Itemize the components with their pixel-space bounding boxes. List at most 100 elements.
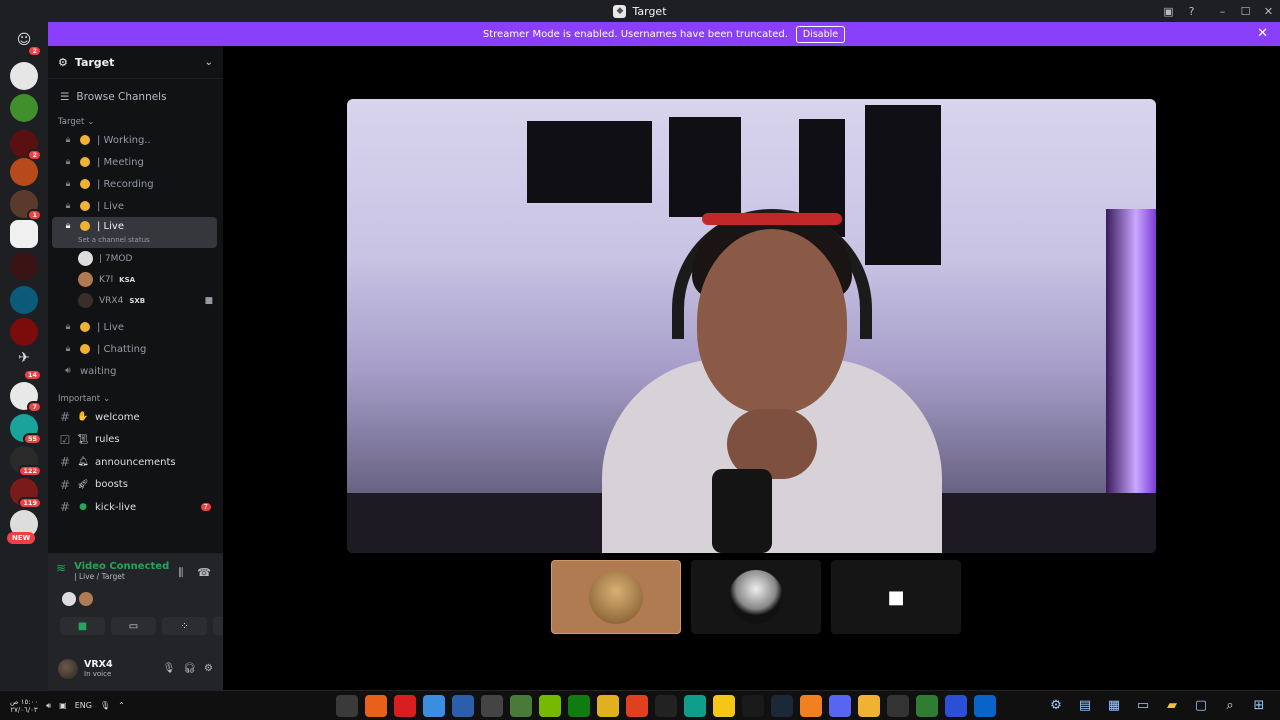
channel-label: | Recording xyxy=(97,178,154,190)
taskbar-app-icon[interactable] xyxy=(452,695,474,717)
channel-status[interactable]: Set a channel status xyxy=(78,236,150,244)
maximize-button[interactable]: ☐ xyxy=(1234,5,1257,18)
avatar[interactable] xyxy=(58,658,78,679)
voice-channel-waiting[interactable]: 🔊︎ waiting xyxy=(52,360,217,382)
taskbar-app-icon[interactable] xyxy=(626,695,648,717)
server-icon-3[interactable]: 2 xyxy=(10,130,42,161)
clock[interactable]: ١٥:٠٠ ص ٢٧/٠٦/٠٣ xyxy=(10,698,38,714)
server-icon-5[interactable]: 1 xyxy=(10,190,42,221)
gear-icon[interactable]: ⚙ xyxy=(1045,695,1067,717)
taskbar-app-icon[interactable] xyxy=(771,695,793,717)
activities-button[interactable]: ⁘ xyxy=(162,617,207,635)
taskbar-app-icon[interactable] xyxy=(945,695,967,717)
taskbar-app-icon[interactable] xyxy=(597,695,619,717)
home-icon[interactable]: ☺ 2 xyxy=(10,26,42,57)
server-icon-1[interactable] xyxy=(10,62,38,90)
taskbar-app-icon[interactable] xyxy=(858,695,880,717)
participant-tile[interactable]: ■ xyxy=(831,560,961,634)
photos-icon[interactable]: ▦ xyxy=(1103,695,1125,717)
channel-label: | Meeting xyxy=(97,156,144,168)
taskbar-app-icon[interactable] xyxy=(800,695,822,717)
disconnect-icon[interactable]: ☎ xyxy=(197,566,211,580)
taskbar-app-icon[interactable] xyxy=(423,695,445,717)
server-icon-11[interactable]: 55 xyxy=(10,414,42,445)
taskbar-app-icon[interactable] xyxy=(974,695,996,717)
server-icon-7[interactable] xyxy=(10,286,38,314)
chevron-down-icon: ⌄ xyxy=(103,394,111,404)
voice-user[interactable]: VRX4 SXB ■ xyxy=(48,290,223,311)
microphone-icon[interactable]: 🎙︎ xyxy=(163,663,176,674)
search-icon[interactable]: ⌕ xyxy=(1219,695,1241,717)
server-header[interactable]: ⚙ Target ⌄ xyxy=(48,46,223,79)
text-channel-kick-live[interactable]: # ● kick-live 7 xyxy=(48,496,223,519)
help-icon[interactable]: ? xyxy=(1180,5,1203,18)
store-icon[interactable]: ▤ xyxy=(1074,695,1096,717)
voice-channel-meeting[interactable]: 🔒︎ | Meeting xyxy=(52,151,217,173)
voice-channel-recording[interactable]: 🔒︎ | Recording xyxy=(52,173,217,195)
participant-tile[interactable] xyxy=(551,560,681,634)
voice-user[interactable]: | 7MOD xyxy=(48,248,223,269)
taskbar-app-icon[interactable] xyxy=(887,695,909,717)
taskbar-app-icon[interactable] xyxy=(336,695,358,717)
voice-channel-working[interactable]: 🔒︎ | Working.. xyxy=(52,129,217,151)
desktop-icon[interactable]: ▭ xyxy=(1132,695,1154,717)
video-feed[interactable] xyxy=(347,99,1156,553)
taskbar-app-icon[interactable] xyxy=(394,695,416,717)
folder-icon[interactable]: ▰ xyxy=(1161,695,1183,717)
server-icon-12[interactable]: 122 xyxy=(10,446,42,477)
taskbar-app-icon[interactable] xyxy=(539,695,561,717)
taskbar-app-icon[interactable] xyxy=(916,695,938,717)
unread-badge: 7 xyxy=(200,503,211,512)
taskbar-app-icon[interactable] xyxy=(365,695,387,717)
task-view-icon[interactable]: ▢ xyxy=(1190,695,1212,717)
voice-channel-live-active[interactable]: 🔒︎ | Live Set a channel status xyxy=(52,217,217,248)
taskbar-app-icon[interactable] xyxy=(742,695,764,717)
chevron-up-icon[interactable]: ⌃ xyxy=(118,701,125,710)
noise-suppression-icon[interactable]: ⫼ xyxy=(178,566,183,580)
server-icon-9[interactable]: ✈ 14 xyxy=(10,350,42,381)
language-indicator[interactable]: ENG xyxy=(75,701,92,710)
text-channel-announcements[interactable]: # 🔔︎ announcements xyxy=(48,451,223,474)
server-badge: 55 xyxy=(22,433,42,445)
gear-icon[interactable]: ⚙ xyxy=(204,663,213,674)
server-icon-target[interactable] xyxy=(10,220,38,248)
taskbar-app-icon[interactable] xyxy=(481,695,503,717)
voice-status[interactable]: Video Connected xyxy=(74,561,169,572)
text-channel-boosts[interactable]: # 🚀︎ boosts xyxy=(48,474,223,497)
voice-user[interactable]: K7l KSA xyxy=(48,269,223,290)
volume-icon[interactable]: 🔊︎ xyxy=(46,701,51,711)
voice-channel-live-1[interactable]: 🔒︎ | Live xyxy=(52,195,217,217)
server-icon-13[interactable]: 119 xyxy=(10,478,42,509)
inbox-icon[interactable]: ▣ xyxy=(1157,5,1180,18)
network-icon[interactable]: ▣ xyxy=(59,701,67,710)
taskbar-app-icon[interactable] xyxy=(655,695,677,717)
text-channel-welcome[interactable]: # ✋ welcome xyxy=(48,406,223,429)
disable-streamer-button[interactable]: Disable xyxy=(795,25,846,43)
microphone-icon[interactable]: 🎙︎ xyxy=(100,701,110,710)
server-icon-10[interactable]: 7 xyxy=(10,382,42,413)
server-icon-6[interactable] xyxy=(10,252,38,280)
close-banner-icon[interactable]: ✕ xyxy=(1257,26,1268,41)
headphones-icon[interactable]: 🎧︎ xyxy=(183,663,196,674)
taskbar-app-icon[interactable] xyxy=(510,695,532,717)
browse-channels[interactable]: ☰ Browse Channels xyxy=(48,79,223,115)
voice-channel-live-3[interactable]: 🔒︎ | Live xyxy=(52,316,217,338)
taskbar-app-icon[interactable] xyxy=(829,695,851,717)
category-important[interactable]: Important ⌄ xyxy=(48,392,223,406)
screenshare-button[interactable]: ▭ xyxy=(111,617,156,635)
windows-start-icon[interactable]: ⊞ xyxy=(1248,695,1270,717)
server-icon-8[interactable] xyxy=(10,318,38,346)
minimize-button[interactable]: – xyxy=(1211,5,1234,18)
server-icon-4[interactable] xyxy=(10,158,38,186)
category-target[interactable]: Target ⌄ xyxy=(48,115,223,129)
voice-channel-chatting[interactable]: 🔒︎ | Chatting xyxy=(52,338,217,360)
participant-tile[interactable] xyxy=(691,560,821,634)
taskbar-app-icon[interactable] xyxy=(568,695,590,717)
text-channel-rules[interactable]: ☑ 📜︎ rules xyxy=(48,429,223,452)
camera-button[interactable]: ■ xyxy=(60,617,105,635)
taskbar-app-icon[interactable] xyxy=(684,695,706,717)
taskbar-app-icon[interactable] xyxy=(713,695,735,717)
voice-location[interactable]: | Live / Target xyxy=(74,572,169,581)
server-icon-2[interactable] xyxy=(10,94,38,122)
close-window-button[interactable]: ✕ xyxy=(1257,5,1280,18)
